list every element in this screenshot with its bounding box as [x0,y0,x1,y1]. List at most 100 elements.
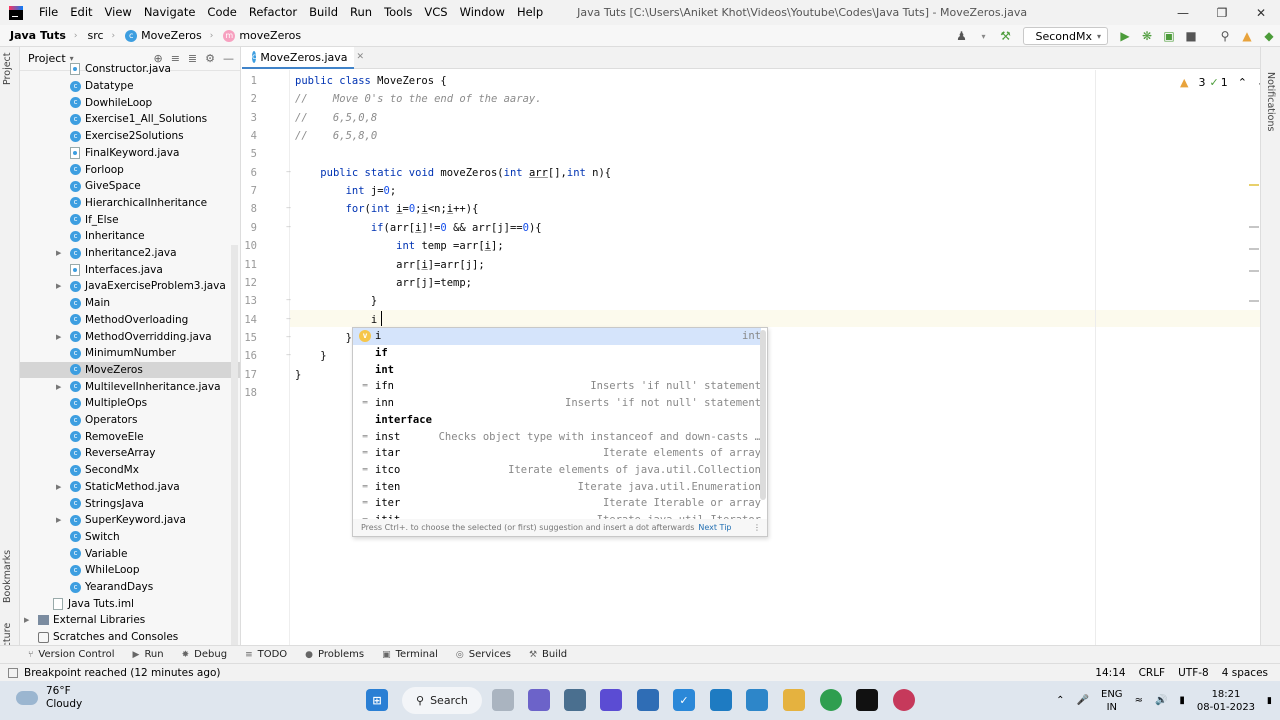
menu-edit[interactable]: Edit [64,0,98,25]
close-icon[interactable]: ✕ [1242,0,1280,25]
expand-arrow-icon[interactable]: ▶ [56,249,61,257]
completion-item[interactable]: int [353,361,761,378]
intellij-icon[interactable] [856,689,878,711]
fold-marker-icon[interactable]: ‒ [286,222,291,231]
tree-item[interactable]: FinalKeyword.java [20,145,240,162]
completion-item[interactable]: ═ itar Iterate elements of array [353,445,761,462]
debug-icon[interactable]: ❋ [1136,25,1158,47]
tree-item[interactable]: c Operators [20,412,240,429]
tree-item[interactable]: c Switch [20,529,240,546]
code-line[interactable]: int temp =arr[i]; [295,240,504,252]
line-separator[interactable]: CRLF [1139,667,1166,679]
menu-build[interactable]: Build [303,0,344,25]
breadcrumb-class[interactable]: c MoveZeros › [115,29,213,42]
clock[interactable]: 18:21 08-01-2023 [1197,688,1255,714]
battery-icon[interactable]: ▮ [1179,695,1185,706]
code-line[interactable]: // Move 0's to the end of the aaray. [295,93,542,105]
fold-marker-icon[interactable]: ‒ [286,332,291,341]
coverage-icon[interactable]: ▣ [1158,25,1180,47]
tree-item[interactable]: Scratches and Consoles [20,629,240,645]
menu-view[interactable]: View [99,0,138,25]
breadcrumb-folder[interactable]: src › [77,29,115,42]
tree-item[interactable]: c Variable [20,545,240,562]
tool-version-control[interactable]: ⑂ Version Control [28,649,115,660]
code-line[interactable]: arr[i]=arr[j]; [295,259,485,271]
menu-run[interactable]: Run [344,0,378,25]
stop-icon[interactable]: ■ [1180,25,1202,47]
tree-item[interactable]: ▶ c MultilevelInheritance.java [20,378,240,395]
status-message[interactable]: Breakpoint reached (12 minutes ago) [24,667,221,679]
tree-item[interactable]: ▶ c MethodOverridding.java [20,328,240,345]
change-marker[interactable] [1249,248,1259,250]
change-marker[interactable] [1249,184,1259,186]
expand-arrow-icon[interactable]: ▶ [24,616,29,624]
chat-icon[interactable] [528,689,550,711]
code-line[interactable]: } [295,369,301,381]
code-line[interactable]: if(arr[i]!=0 && arr[j]==0){ [295,222,542,234]
change-marker[interactable] [1249,226,1259,228]
run-configuration-select[interactable]: SecondMx ▾ [1022,27,1108,45]
project-tool-button[interactable]: Project [2,52,13,85]
fold-marker-icon[interactable]: ‒ [286,350,291,359]
tree-item[interactable]: c Exercise2Solutions [20,128,240,145]
user-icon[interactable]: ♟ [951,25,973,47]
tool-build[interactable]: ⚒ Build [529,649,567,660]
completion-item[interactable]: ═ inst Checks object type with instanceof … [353,428,761,445]
caret-position[interactable]: 14:14 [1095,667,1125,679]
bookmarks-tool-button[interactable]: Bookmarks [2,550,13,603]
update-icon[interactable]: ▲ [1236,25,1258,47]
expand-arrow-icon[interactable]: ▶ [56,516,61,524]
completion-item[interactable]: v i int [353,328,761,345]
tool-terminal[interactable]: ▣ Terminal [382,649,438,660]
tree-item[interactable]: c GiveSpace [20,178,240,195]
code-line[interactable]: // 6,5,0,8 [295,112,377,124]
breadcrumb-method[interactable]: m moveZeros [213,29,301,42]
build-hammer-icon[interactable]: ⚒ [995,25,1017,47]
store-icon[interactable] [637,689,659,711]
menu-file[interactable]: File [33,0,64,25]
completion-item[interactable]: interface [353,412,761,429]
code-line[interactable]: } [295,295,377,307]
wifi-icon[interactable]: ≈ [1135,695,1143,706]
tree-item[interactable]: c Datatype [20,78,240,95]
tree-item[interactable]: ▶ c JavaExerciseProblem3.java [20,278,240,295]
indent-setting[interactable]: 4 spaces [1222,667,1268,679]
completion-scrollbar[interactable] [760,330,766,500]
tree-item[interactable]: c SecondMx [20,462,240,479]
code-line[interactable]: for(int i=0;i<n;i++){ [295,203,479,215]
photos-icon[interactable] [564,689,586,711]
ide-logo-icon[interactable]: ◆ [1258,25,1280,47]
editor-app-icon[interactable] [600,689,622,711]
tree-item[interactable]: c MoveZeros [20,361,240,379]
completion-item[interactable]: ═ inn Inserts 'if not null' statement [353,395,761,412]
expand-arrow-icon[interactable]: ▶ [56,483,61,491]
fold-marker-icon[interactable]: ‒ [286,203,291,212]
tree-item[interactable]: c Exercise1_All_Solutions [20,111,240,128]
weather-widget[interactable]: 76°F Cloudy [16,685,82,711]
tree-item[interactable]: ▶ External Libraries [20,612,240,629]
tree-item[interactable]: c RemoveEle [20,428,240,445]
tree-item[interactable]: ▶ c StaticMethod.java [20,479,240,496]
code-completion-popup[interactable]: v i int if int ═ ifn Inserts 'if null' statemen… [352,327,768,537]
taskbar-search[interactable]: ⚲ Search [402,687,482,714]
close-tab-icon[interactable]: ✕ [357,52,365,62]
vscode-like-icon[interactable] [710,689,732,711]
fold-marker-icon[interactable]: ‒ [286,295,291,304]
code-line[interactable]: arr[j]=temp; [295,277,472,289]
menu-help[interactable]: Help [511,0,549,25]
tree-item[interactable]: ▶ c Inheritance2.java [20,245,240,262]
microphone-icon[interactable]: 🎤 [1077,695,1089,706]
notifications-icon[interactable]: ▮ [1267,696,1272,706]
change-marker[interactable] [1249,300,1259,302]
search-icon[interactable]: ⚲ [1214,25,1236,47]
code-line[interactable]: int j=0; [295,185,397,197]
code-line[interactable]: // 6,5,8,0 [295,130,377,142]
completion-item[interactable]: if [353,345,761,362]
tool-run[interactable]: ▶ Run [133,649,164,660]
menu-window[interactable]: Window [454,0,511,25]
code-line[interactable]: } [295,350,326,362]
tree-item[interactable]: c MultipleOps [20,395,240,412]
todo-icon[interactable]: ✓ [673,689,695,711]
notepad-icon[interactable] [746,689,768,711]
breadcrumb-project[interactable]: Java Tuts › [0,29,77,42]
